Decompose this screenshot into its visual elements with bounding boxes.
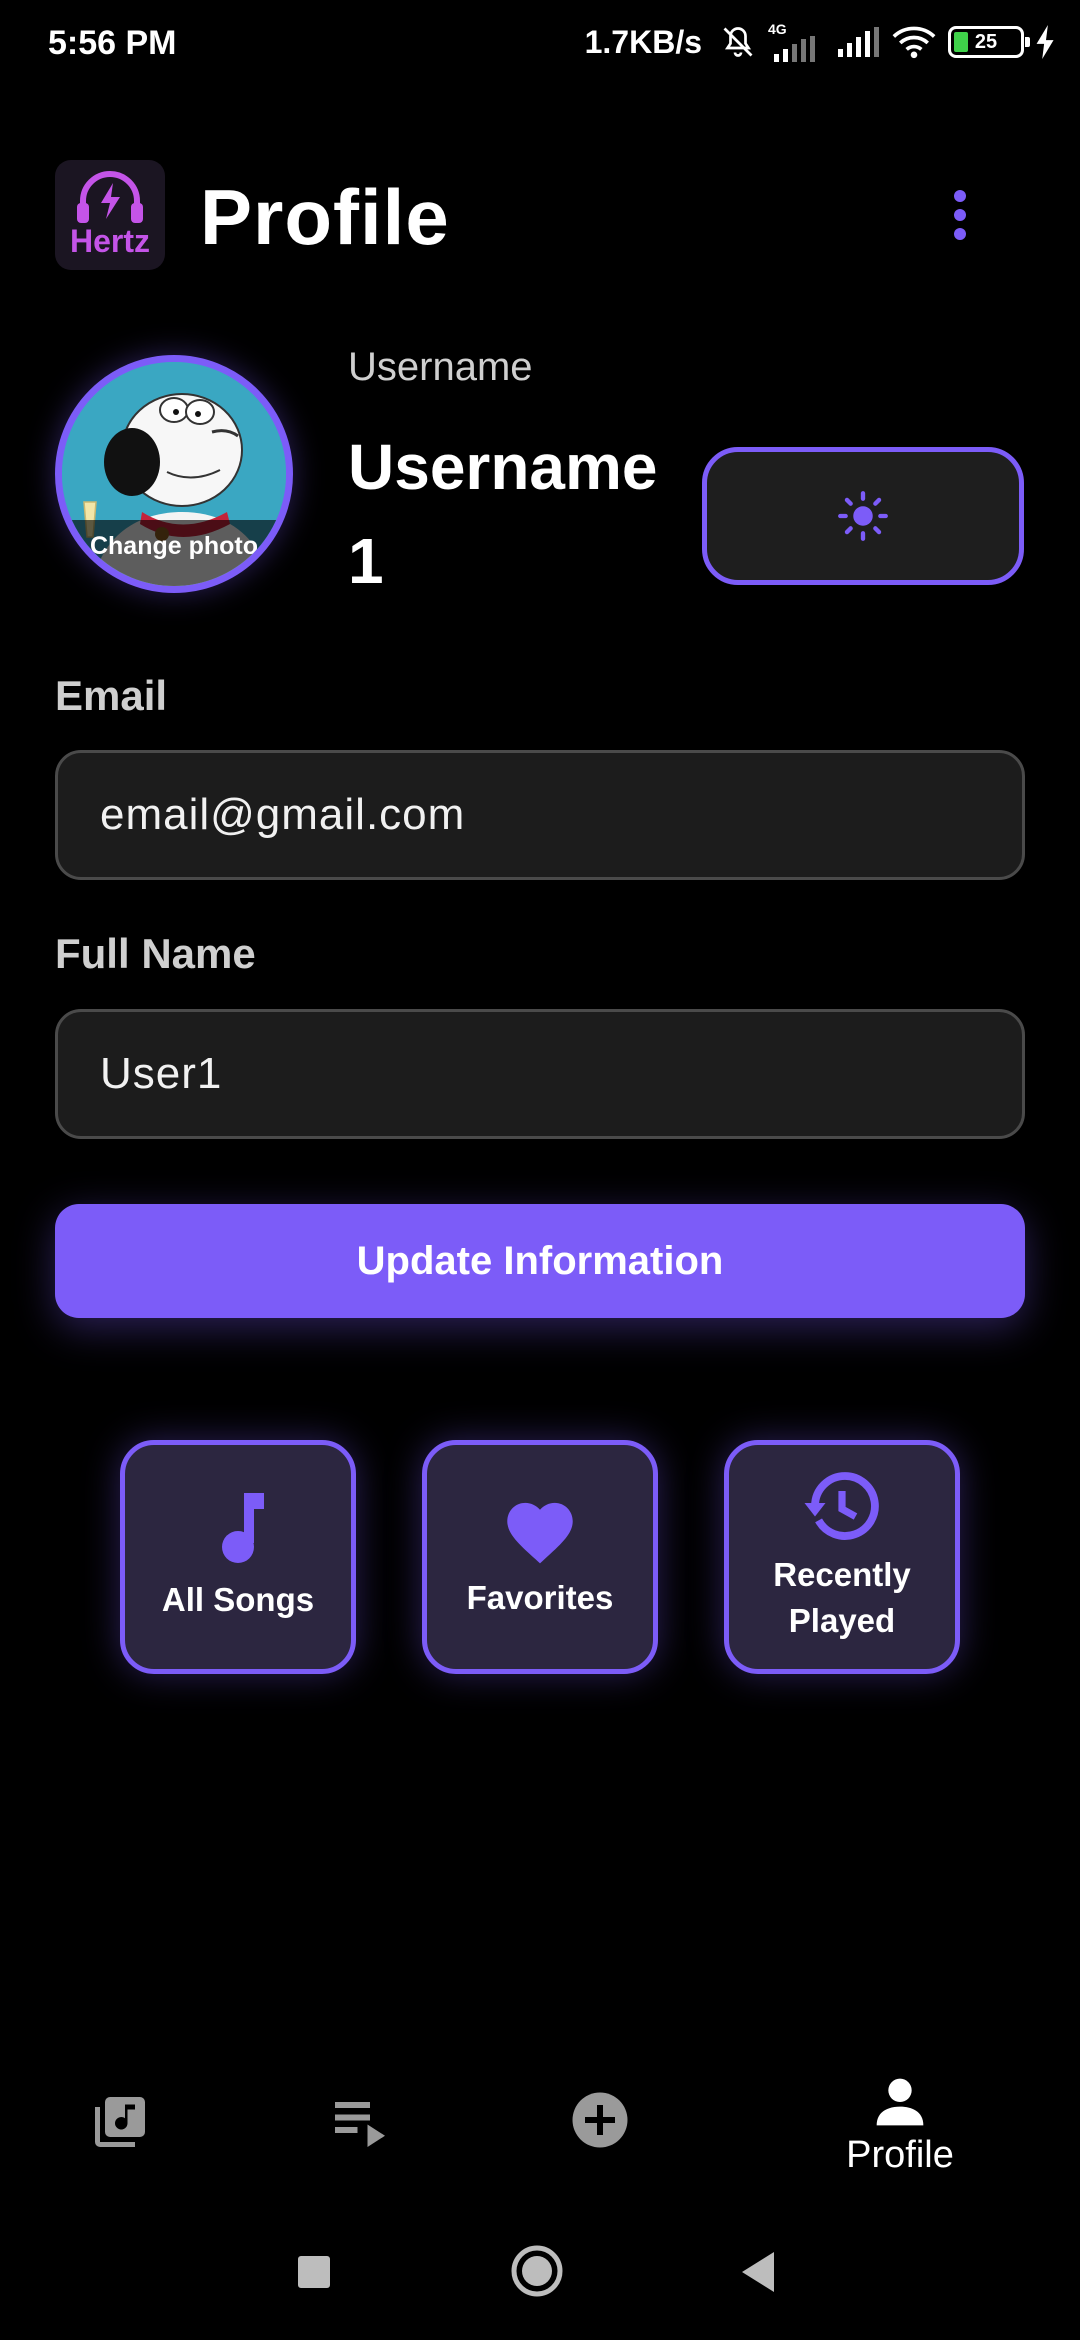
bottom-navigation: Profile: [0, 2060, 1080, 2200]
network-type: 4G: [768, 21, 787, 37]
page-title: Profile: [200, 173, 450, 261]
update-information-button[interactable]: Update Information: [55, 1204, 1025, 1318]
person-icon: [876, 2078, 924, 2126]
battery-level: 25: [974, 30, 998, 53]
nav-profile-label: Profile: [846, 2134, 954, 2176]
back-button[interactable]: [738, 2250, 778, 2299]
heart-icon: [507, 1502, 573, 1564]
home-button[interactable]: [510, 2244, 564, 2303]
signal-icon: [774, 36, 815, 62]
signal-icon: [838, 27, 879, 57]
status-icons: 1.7KB/s 4G 25: [585, 22, 1056, 62]
nav-add[interactable]: [560, 2060, 640, 2200]
charging-icon: [1036, 25, 1054, 59]
library-music-icon: [95, 2097, 145, 2147]
more-options-button[interactable]: [940, 180, 980, 250]
nav-library[interactable]: [80, 2060, 160, 2200]
username-value: Username 1: [348, 431, 658, 597]
headphones-bolt-icon: [77, 170, 143, 223]
profile-screen: 5:56 PM 1.7KB/s 4G 25 Hertz Profile Chan…: [0, 0, 1080, 2340]
add-circle-icon: [572, 2092, 628, 2148]
sun-icon: [838, 491, 888, 541]
more-vert-icon: [954, 190, 966, 202]
nav-playlists[interactable]: [320, 2060, 400, 2200]
status-time: 5:56 PM: [48, 24, 177, 62]
logo-text: Hertz: [69, 222, 150, 259]
mute-bell-icon: [723, 27, 753, 57]
hertz-logo: Hertz: [55, 160, 165, 270]
status-bar: 5:56 PM 1.7KB/s 4G 25: [0, 0, 1080, 92]
theme-toggle-button[interactable]: [702, 447, 1024, 585]
favorites-tile[interactable]: Favorites: [422, 1440, 658, 1674]
tile-label: All Songs: [161, 1581, 315, 1618]
history-icon: [804, 1472, 879, 1540]
tile-label: Recently Played: [773, 1556, 911, 1639]
square-icon: [298, 2256, 330, 2288]
nav-profile[interactable]: Profile: [820, 2060, 980, 2200]
music-note-icon: [222, 1493, 264, 1563]
change-photo-label[interactable]: Change photo: [62, 520, 286, 586]
avatar[interactable]: Change photo: [55, 355, 293, 593]
circle-home-icon: [511, 2245, 563, 2297]
tile-label: Favorites: [466, 1579, 614, 1616]
username-label: Username: [348, 345, 533, 389]
system-navigation-bar: [0, 2230, 1080, 2340]
all-songs-tile[interactable]: All Songs: [120, 1440, 356, 1674]
email-field[interactable]: [55, 750, 1025, 880]
playlist-play-icon: [335, 2102, 385, 2147]
back-triangle-icon: [742, 2252, 774, 2292]
battery-icon: 25: [948, 26, 1030, 58]
wifi-icon: [892, 26, 936, 59]
recents-button[interactable]: [296, 2254, 332, 2295]
net-speed: 1.7KB/s: [584, 23, 702, 60]
fullname-field[interactable]: [55, 1009, 1025, 1139]
email-label: Email: [55, 672, 168, 719]
fullname-label: Full Name: [55, 930, 256, 977]
recently-played-tile[interactable]: Recently Played: [724, 1440, 960, 1674]
